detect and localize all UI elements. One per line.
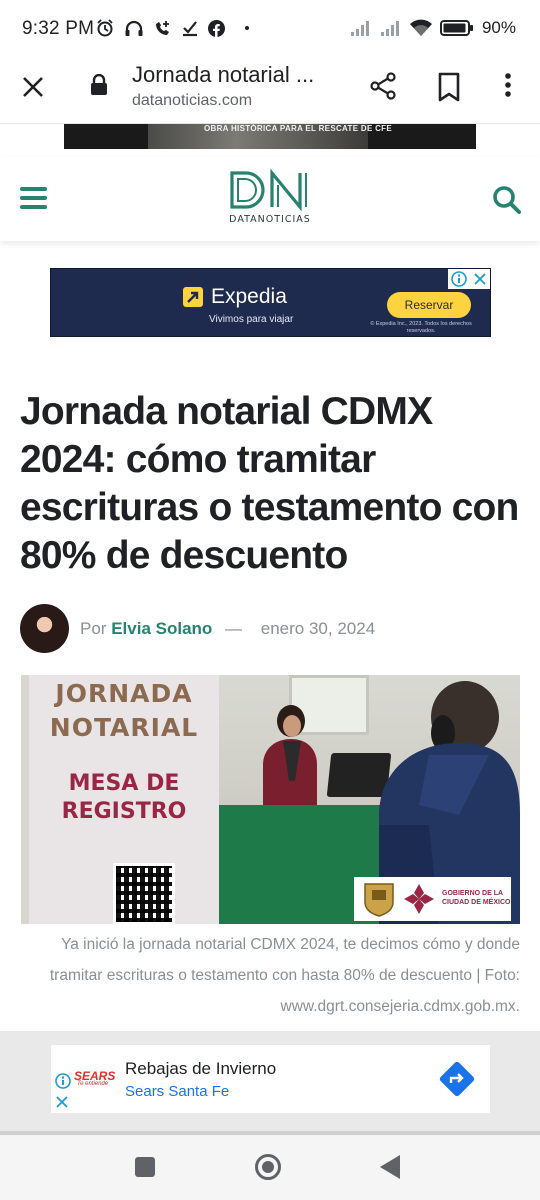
top-banner-text: OBRA HISTÓRICA PARA EL RESCATE DE CFE: [204, 124, 392, 133]
banner-line1: JORNADA: [55, 679, 193, 708]
bookmark-icon[interactable]: [436, 72, 462, 102]
banner-line4: REGISTRO: [61, 799, 187, 824]
cdmx-logo-icon: [404, 884, 434, 914]
author-link[interactable]: Elvia Solano: [111, 619, 212, 638]
byline-separator: —: [225, 619, 243, 638]
sears-ad[interactable]: SEARS Te entiende Rebajas de Invierno Se…: [51, 1045, 490, 1113]
signal-icon: [350, 21, 369, 36]
url-domain[interactable]: datanoticias.com: [132, 92, 252, 110]
jornada-banner: JORNADA NOTARIAL MESA DE REGISTRO: [29, 675, 219, 924]
ad-choices[interactable]: [448, 269, 490, 289]
top-banner-ad[interactable]: OBRA HISTÓRICA PARA EL RESCATE DE CFE: [64, 124, 476, 149]
alarm-icon: [97, 19, 113, 37]
signal-icon: [380, 21, 399, 36]
lock-icon[interactable]: [90, 74, 108, 96]
publish-date: enero 30, 2024: [260, 619, 376, 638]
expedia-tagline: Vivimos para viajar: [209, 314, 294, 325]
status-bar: 9:32 PM 90%: [0, 0, 540, 60]
status-time: 9:32 PM: [22, 18, 95, 39]
banner-line3: MESA DE: [68, 771, 180, 796]
site-logo[interactable]: DATANOTICIAS: [228, 168, 312, 229]
gov-line1: GOBIERNO DE LA: [442, 890, 504, 897]
system-nav-bar: [0, 1135, 540, 1200]
bottom-ad-subtitle[interactable]: Sears Santa Fe: [125, 1083, 229, 1100]
page-title[interactable]: Jornada notarial ...: [132, 62, 342, 88]
more-vert-icon[interactable]: [496, 70, 520, 100]
close-icon[interactable]: [20, 74, 46, 100]
headphones-icon: [125, 20, 143, 36]
call-icon: [156, 21, 169, 35]
ad-info-icon[interactable]: [55, 1073, 71, 1089]
recents-icon[interactable]: [135, 1157, 155, 1177]
home-icon[interactable]: [255, 1154, 281, 1180]
expedia-brand-name: Expedia: [211, 285, 287, 308]
close-icon[interactable]: [55, 1095, 69, 1109]
byline-prefix: Por: [80, 619, 107, 638]
download-done-icon: [183, 21, 197, 37]
bottom-ad-title[interactable]: Rebajas de Invierno: [125, 1059, 276, 1079]
qr-code: [113, 863, 175, 924]
site-header: DATANOTICIAS: [0, 157, 540, 241]
close-icon[interactable]: [473, 272, 487, 286]
battery-icon: [439, 20, 473, 36]
expedia-logo-icon: [183, 287, 203, 307]
logo-text: DATANOTICIAS: [229, 214, 311, 225]
author-avatar[interactable]: [20, 604, 69, 653]
image-caption: Ya inició la jornada notarial CDMX 2024,…: [49, 936, 520, 1015]
byline: Por Elvia Solano — enero 30, 2024: [20, 604, 520, 654]
logo-mark: [230, 168, 307, 212]
search-icon[interactable]: [492, 185, 522, 215]
directions-icon[interactable]: [439, 1061, 475, 1097]
article-headline: Jornada notarial CDMX 2024: cómo tramita…: [20, 390, 519, 577]
sears-logo-sub: Te entiende: [77, 1081, 109, 1087]
battery-percent: 90%: [481, 18, 516, 37]
hero-image[interactable]: JORNADA NOTARIAL MESA DE REGISTRO GOBIER…: [21, 675, 520, 924]
dot-icon: [245, 26, 249, 30]
wifi-icon: [409, 19, 432, 36]
banner-line2: NOTARIAL: [49, 713, 199, 742]
cdmx-gov-logo: GOBIERNO DE LA CIUDAD DE MÉXICO: [354, 877, 511, 921]
facebook-icon: [208, 19, 225, 37]
expedia-ad[interactable]: Expedia Vivimos para viajar Reservar © E…: [50, 268, 491, 337]
expedia-legal: © Expedia Inc., 2023. Todos los derechos…: [370, 321, 472, 334]
reservar-button[interactable]: Reservar: [387, 292, 471, 318]
coat-of-arms-icon: [364, 883, 394, 917]
woman-figure: [263, 705, 317, 815]
hamburger-icon[interactable]: [20, 187, 47, 209]
ad-info-icon[interactable]: [451, 271, 467, 287]
share-icon[interactable]: [368, 71, 398, 101]
gov-line2: CIUDAD DE MÉXICO: [442, 899, 511, 906]
browser-toolbar: Jornada notarial ... datanoticias.com: [0, 60, 540, 124]
back-icon[interactable]: [380, 1155, 400, 1179]
